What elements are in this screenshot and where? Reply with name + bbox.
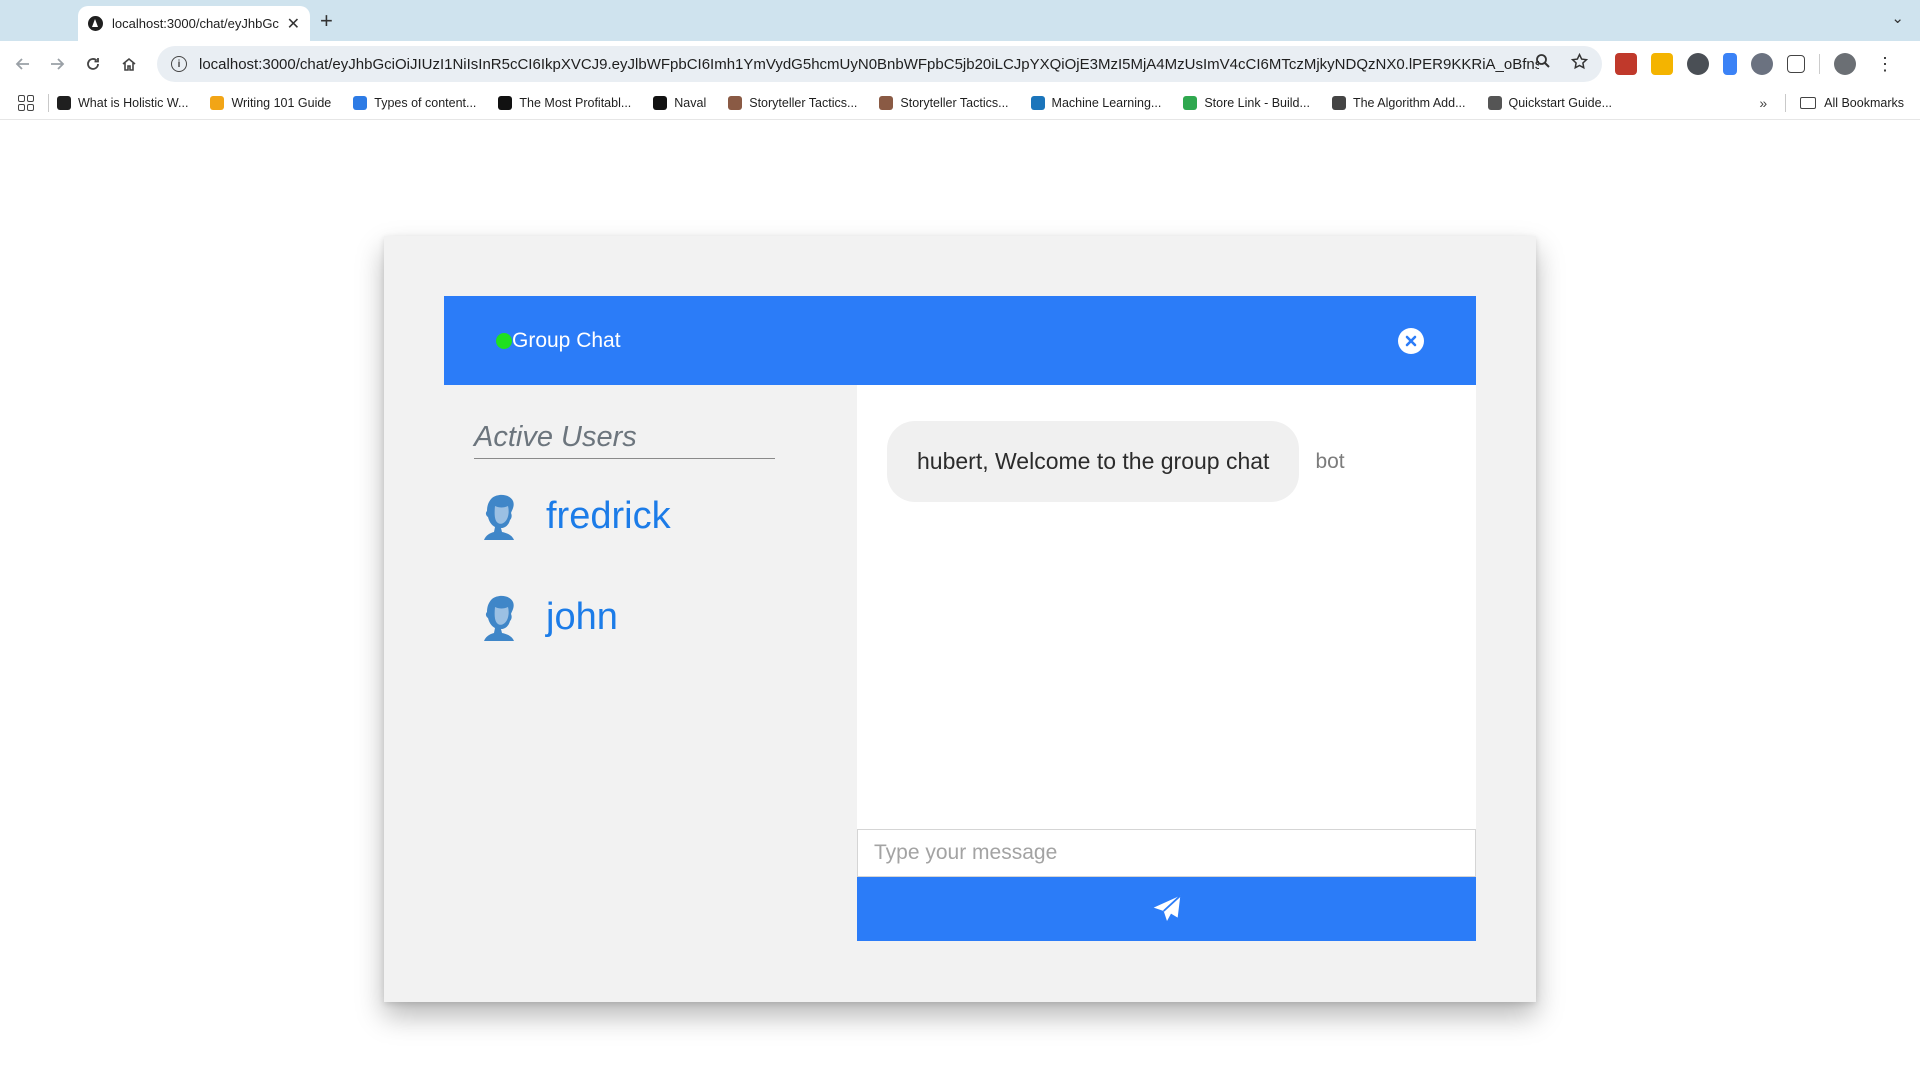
pencil-icon [210,96,225,110]
extension-icon[interactable] [1723,53,1737,75]
basket-icon [1183,96,1198,110]
bookmark-item[interactable]: Storyteller Tactics... [728,96,857,110]
bookmarks-bar: What is Holistic W... Writing 101 Guide Ty… [0,87,1920,120]
bookmark-label: The Most Profitabl... [519,96,632,110]
reload-icon[interactable] [80,51,106,77]
bookmark-item[interactable]: The Most Profitabl... [498,96,631,110]
back-icon[interactable] [10,51,36,77]
bookmark-item[interactable]: Machine Learning... [1030,96,1162,110]
all-bookmarks-link[interactable]: All Bookmarks [1824,96,1904,110]
bookmark-item[interactable]: What is Holistic W... [57,96,188,110]
bookmark-item[interactable]: The Algorithm Add... [1331,96,1466,110]
extension-icon[interactable] [1751,53,1773,75]
active-user-item[interactable]: john [474,577,775,657]
browser-menu-icon[interactable]: ⋮ [1876,54,1894,75]
user-avatar-icon [478,492,520,540]
bookmark-item[interactable]: Storyteller Tactics... [879,96,1009,110]
zoom-icon[interactable] [1535,53,1551,75]
letter-h-icon [57,96,71,110]
message-input[interactable] [857,829,1476,877]
online-status-dot [496,332,512,349]
algorithm-icon [1331,96,1346,110]
forward-icon[interactable] [44,51,70,77]
send-button[interactable] [857,877,1476,941]
folder-icon [1800,97,1817,109]
bookmark-item[interactable]: Types of content... [353,96,476,110]
bookmark-label: Storyteller Tactics... [900,96,1009,110]
bookmark-label: Naval [674,96,707,110]
tab-close-icon[interactable]: ✕ [287,14,300,34]
bookmark-label: Store Link - Build... [1204,96,1310,110]
user-avatar-icon [478,593,520,641]
bookmark-item[interactable]: Quickstart Guide... [1487,96,1613,110]
more-bookmarks-icon[interactable]: » [1759,95,1767,111]
chat-message: hubert, Welcome to the group chat bot [887,421,1345,502]
bookmark-label: Quickstart Guide... [1508,96,1613,110]
close-icon[interactable] [1398,328,1424,354]
apps-grid-icon[interactable] [18,95,34,111]
extension-icon[interactable] [1651,53,1673,75]
bookmark-item[interactable]: Naval [653,96,706,110]
storyteller-icon [728,96,743,110]
profile-avatar[interactable] [1834,53,1856,75]
url-text[interactable]: localhost:3000/chat/eyJhbGciOiJIUzI1NiIs… [199,56,1539,73]
grammarly-icon[interactable] [1687,53,1709,75]
active-users-sidebar: Active Users fredrick john [444,385,857,941]
grid-doc-icon [1487,96,1502,110]
home-icon[interactable] [116,51,142,77]
active-user-name[interactable]: john [546,596,618,639]
message-sender: bot [1315,449,1345,473]
message-bubble: hubert, Welcome to the group chat [887,421,1300,502]
favicon-icon [88,16,103,31]
naval-icon [653,96,668,110]
yc-icon [498,96,513,110]
active-user-name[interactable]: fredrick [546,495,671,538]
address-bar[interactable]: i localhost:3000/chat/eyJhbGciOiJIUzI1Ni… [157,46,1602,82]
new-tab-icon[interactable]: + [320,8,333,34]
bookmark-label: Writing 101 Guide [231,96,332,110]
bookmark-label: The Algorithm Add... [1352,96,1466,110]
chat-header: Group Chat [444,296,1476,385]
bookmark-item[interactable]: Writing 101 Guide [210,96,331,110]
bookmark-label: Machine Learning... [1051,96,1162,110]
bookmark-label: Types of content... [374,96,477,110]
message-area: hubert, Welcome to the group chat bot [857,385,1476,829]
chat-title: Group Chat [512,328,621,352]
ml-icon [1030,96,1045,110]
browser-toolbar: i localhost:3000/chat/eyJhbGciOiJIUzI1Ni… [0,41,1920,87]
tab-title: localhost:3000/chat/eyJhbGc [112,16,279,31]
storyteller-icon [879,96,894,110]
active-user-item[interactable]: fredrick [474,476,775,556]
bookmark-item[interactable]: Store Link - Build... [1183,96,1310,110]
extensions-puzzle-icon[interactable] [1787,55,1805,73]
browser-tab-strip: localhost:3000/chat/eyJhbGc ✕ + ⌄ [0,0,1920,41]
paper-plane-icon [1153,894,1181,921]
active-users-heading: Active Users [474,421,775,459]
tab-search-chevron-icon[interactable]: ⌄ [1891,9,1904,27]
compass-icon [353,96,368,110]
extension-icon[interactable] [1615,53,1637,75]
bookmark-label: Storyteller Tactics... [749,96,858,110]
browser-tab[interactable]: localhost:3000/chat/eyJhbGc ✕ [78,6,310,41]
site-info-icon[interactable]: i [171,56,187,72]
bookmark-label: What is Holistic W... [78,96,189,110]
bookmark-star-icon[interactable] [1570,52,1589,75]
chat-card: Group Chat Active Users fredrick john hub… [384,236,1536,1002]
